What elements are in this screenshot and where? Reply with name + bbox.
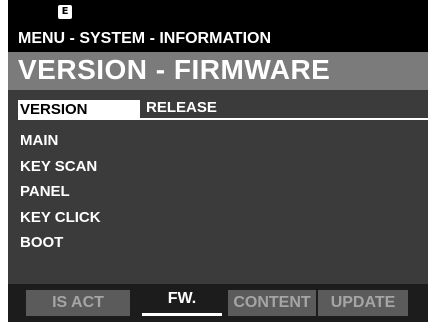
tab-fw[interactable]: FW. (132, 286, 232, 316)
e-indicator-icon: E (58, 5, 72, 19)
tab-label: IS ACT (52, 294, 104, 311)
version-list: MAIN KEY SCAN PANEL KEY CLICK BOOT (20, 132, 101, 260)
active-tab-underline (142, 313, 222, 316)
tab-label: FW. (167, 290, 197, 307)
list-item-key-scan[interactable]: KEY SCAN (20, 158, 101, 184)
column-header-version[interactable]: VERSION (18, 100, 140, 120)
list-item-main[interactable]: MAIN (20, 132, 101, 158)
column-headers: VERSION RELEASE (8, 96, 428, 122)
status-bar: E (8, 0, 428, 26)
column-header-release[interactable]: RELEASE (146, 98, 217, 118)
list-item-key-click[interactable]: KEY CLICK (20, 209, 101, 235)
display-screen: E MENU - SYSTEM - INFORMATION VERSION - … (8, 0, 428, 322)
list-item-panel[interactable]: PANEL (20, 183, 101, 209)
tab-update[interactable]: UPDATE (318, 290, 408, 316)
column-divider (140, 118, 428, 120)
breadcrumb: MENU - SYSTEM - INFORMATION (8, 26, 428, 52)
tab-label: CONTENT (233, 294, 311, 311)
tab-is-act[interactable]: IS ACT (26, 290, 130, 316)
tab-content[interactable]: CONTENT (228, 290, 316, 316)
tab-bar: IS ACT FW. CONTENT UPDATE (8, 284, 428, 322)
page-title: VERSION - FIRMWARE (18, 54, 331, 85)
list-item-boot[interactable]: BOOT (20, 234, 101, 260)
tab-label: UPDATE (330, 294, 396, 311)
page-title-bar: VERSION - FIRMWARE (8, 52, 428, 90)
